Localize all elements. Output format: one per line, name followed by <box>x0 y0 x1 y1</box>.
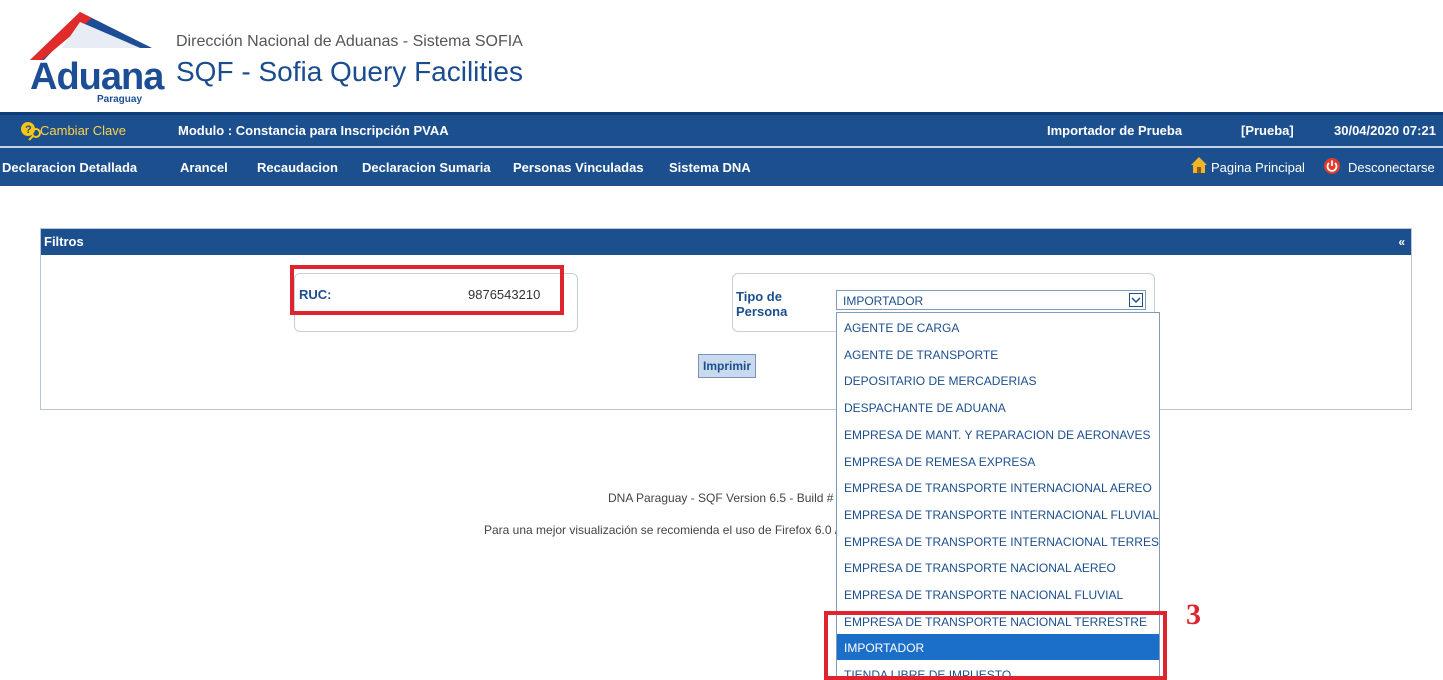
dropdown-option[interactable]: AGENTE DE TRANSPORTE <box>837 341 1159 367</box>
dropdown-option-label: AGENTE DE CARGA <box>844 321 960 335</box>
annotation-step-number: 3 <box>1186 598 1201 631</box>
user-name: Importador de Prueba <box>1047 123 1183 138</box>
footer-recommendation: Para una mejor visualización se recomien… <box>484 523 859 537</box>
dropdown-option[interactable]: DEPOSITARIO DE MERCADERIAS <box>837 367 1159 393</box>
session-datetime: 30/04/2020 07:21 <box>1334 123 1436 138</box>
nav-personas-vinculadas[interactable]: Personas Vinculadas <box>513 160 644 175</box>
dropdown-option-label: EMPRESA DE TRANSPORTE NACIONAL FLUVIAL <box>844 588 1124 602</box>
environment-badge: [Prueba] <box>1241 123 1294 138</box>
footer-version: DNA Paraguay - SQF Version 6.5 - Build #… <box>608 491 856 505</box>
dropdown-option[interactable]: EMPRESA DE TRANSPORTE NACIONAL AEREO <box>837 554 1159 580</box>
nav-declaracion-detallada[interactable]: Declaracion Detallada <box>2 160 137 175</box>
dropdown-option-label: EMPRESA DE TRANSPORTE INTERNACIONAL TERR… <box>844 534 1160 549</box>
nav-declaracion-sumaria[interactable]: Declaracion Sumaria <box>362 160 491 175</box>
home-link[interactable]: Pagina Principal <box>1211 160 1305 175</box>
info-bar: ? Cambiar Clave Modulo : Constancia para… <box>0 115 1443 146</box>
dropdown-option[interactable]: EMPRESA DE TRANSPORTE NACIONAL FLUVIAL <box>837 581 1159 607</box>
nav-recaudacion[interactable]: Recaudacion <box>257 160 338 175</box>
filters-panel: Filtros « <box>40 228 1412 410</box>
dropdown-option-label: EMPRESA DE REMESA EXPRESA <box>844 454 1036 469</box>
filters-header: Filtros « <box>41 229 1411 255</box>
dropdown-option[interactable]: EMPRESA DE TRANSPORTE INTERNACIONAL AERE… <box>837 474 1159 500</box>
dropdown-option-label: EMPRESA DE TRANSPORTE INTERNACIONAL FLUV… <box>844 507 1160 522</box>
tipo-persona-selected: IMPORTADOR <box>843 294 924 308</box>
nav-sistema-dna[interactable]: Sistema DNA <box>669 160 751 175</box>
dropdown-option[interactable]: EMPRESA DE REMESA EXPRESA <box>837 448 1159 474</box>
annotation-box-importador <box>824 611 1167 680</box>
dropdown-option[interactable]: EMPRESA DE TRANSPORTE INTERNACIONAL TERR… <box>837 528 1159 554</box>
dropdown-option-label: DESPACHANTE DE ADUANA <box>844 401 1006 416</box>
logo-word: Aduana <box>30 56 164 98</box>
dropdown-option[interactable]: EMPRESA DE TRANSPORTE INTERNACIONAL FLUV… <box>837 501 1159 527</box>
chevron-down-icon[interactable] <box>1129 293 1143 307</box>
power-icon[interactable] <box>1323 157 1341 175</box>
logo-sub: Paraguay <box>97 94 143 105</box>
aduana-logo: Aduana Paraguay <box>22 8 164 106</box>
page-title: SQF - Sofia Query Facilities <box>176 56 523 87</box>
nav-arancel[interactable]: Arancel <box>180 160 228 175</box>
home-icon[interactable] <box>1190 156 1208 174</box>
dropdown-option[interactable]: AGENTE DE CARGA <box>837 314 1159 340</box>
tipo-persona-select[interactable]: IMPORTADOR <box>836 290 1146 310</box>
change-password-link[interactable]: Cambiar Clave <box>40 123 126 138</box>
collapse-icon[interactable]: « <box>1398 235 1405 249</box>
dropdown-option-label: AGENTE DE TRANSPORTE <box>844 347 999 362</box>
module-label: Modulo : Constancia para Inscripción PVA… <box>178 123 449 138</box>
dropdown-option-label: EMPRESA DE MANT. Y REPARACION DE AERONAV… <box>844 427 1151 442</box>
logout-link[interactable]: Desconectarse <box>1348 160 1435 175</box>
tipo-persona-label: Tipo de Persona <box>736 289 788 319</box>
dropdown-option[interactable]: EMPRESA DE MANT. Y REPARACION DE AERONAV… <box>837 421 1159 447</box>
dropdown-option-label: EMPRESA DE TRANSPORTE INTERNACIONAL AERE… <box>844 481 1152 496</box>
dropdown-option-label: DEPOSITARIO DE MERCADERIAS <box>844 374 1037 389</box>
filters-title: Filtros <box>44 234 84 249</box>
annotation-box-ruc <box>290 265 564 315</box>
dropdown-option[interactable]: DESPACHANTE DE ADUANA <box>837 394 1159 420</box>
header-subtitle: Dirección Nacional de Aduanas - Sistema … <box>176 33 523 50</box>
dropdown-option-label: EMPRESA DE TRANSPORTE NACIONAL AEREO <box>844 561 1116 576</box>
imprimir-button[interactable]: Imprimir <box>698 354 756 378</box>
main-nav: Declaracion Detallada Arancel Recaudacio… <box>0 148 1443 186</box>
svg-text:?: ? <box>25 124 32 136</box>
